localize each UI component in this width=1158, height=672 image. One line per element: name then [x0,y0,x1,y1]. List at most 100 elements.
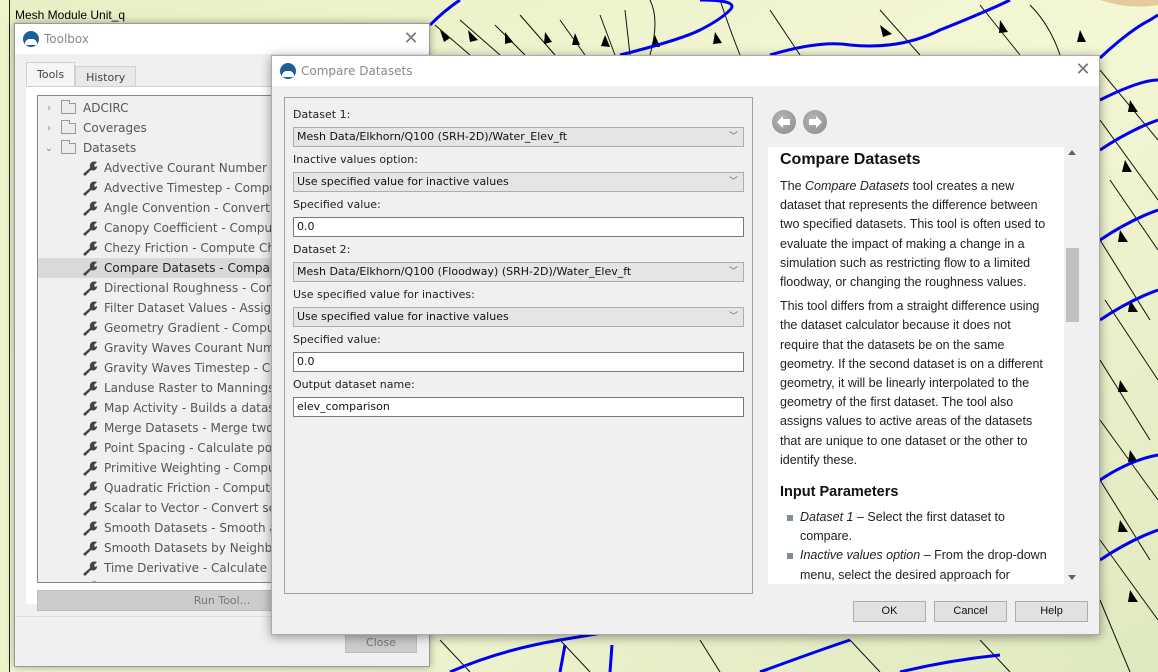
folder-icon [61,119,76,134]
wrench-icon [83,261,97,276]
help-param-item: Inactive values option – From the drop-d… [787,546,1052,584]
help-emphasis: Compare Datasets [805,179,910,193]
wrench-icon [83,181,97,196]
tree-item-label: Smooth Datasets by Neighbor - [104,541,293,555]
toolbox-close-button[interactable]: Close [345,633,417,653]
tree-item-label: Geometry Gradient - Compute g [104,321,298,335]
folder-icon [61,99,76,114]
wrench-icon [83,221,97,236]
help-pane: Compare Datasets The Compare Datasets to… [768,147,1064,584]
specified2-label: Specified value: [293,333,381,346]
toolbox-title: Toolbox [44,32,89,46]
help-param-list: Dataset 1 – Select the first dataset to … [780,508,1052,584]
tree-item-label: Gravity Waves Courant Number [104,341,295,355]
wrench-icon [83,241,97,256]
dataset2-select[interactable]: Mesh Data/Elkhorn/Q100 (Floodway) (SRH-2… [293,262,744,282]
tree-item-label: Point Spacing - Calculate point s [104,441,298,455]
chevron-down-icon: ﹀ [728,177,738,187]
help-section-title: Input Parameters [780,484,899,501]
tree-item-label: Quadratic Friction - Compute qu [104,481,297,495]
tree-item-label: Landuse Raster to Mannings N - [104,381,296,395]
dataset2-value: Mesh Data/Elkhorn/Q100 (Floodway) (SRH-2… [297,265,632,278]
inactive2-value: Use specified value for inactive values [297,310,509,323]
wrench-icon [83,481,97,496]
tab-history[interactable]: History [75,66,137,88]
help-paragraph-2: This tool differs from a straight differ… [780,299,1043,467]
help-button[interactable]: Help [1015,601,1088,622]
chevron-right-icon[interactable]: › [41,123,57,134]
inactive2-label: Use specified value for inactives: [293,288,475,301]
param-name: Dataset 1 [800,510,854,525]
dataset1-label: Dataset 1: [293,108,351,121]
folder-icon [61,139,76,154]
wrench-icon [83,501,97,516]
wrench-icon [92,581,97,582]
wrench-icon [83,381,97,396]
toolbox-tabs: Tools History [26,62,137,88]
wrench-icon [83,421,97,436]
main-window-edge [0,0,10,672]
ok-button[interactable]: OK [853,601,926,622]
dialog-title: Compare Datasets [301,64,413,78]
tree-item-label: Angle Convention - Convert bet [104,201,294,215]
wrench-icon [83,441,97,456]
wrench-icon [83,541,97,556]
tree-item-label: Datasets [83,141,137,155]
tree-item-label: Gravity Waves Timestep - Comp [104,361,297,375]
tree-item-label: Chezy Friction - Compute Chezy [104,241,296,255]
dataset1-value: Mesh Data/Elkhorn/Q100 (SRH-2D)/Water_El… [297,130,568,143]
chevron-down-icon[interactable]: ⌄ [41,143,57,154]
compare-datasets-dialog: Compare Datasets ✕ Dataset 1: Mesh Data/… [271,55,1100,635]
specified1-input[interactable]: 0.0 [293,217,744,237]
inactive2-select[interactable]: Use specified value for inactive values … [293,307,744,327]
help-text: The [780,179,806,193]
app-logo-icon [23,31,39,47]
inactive1-value: Use specified value for inactive values [297,175,509,188]
wrench-icon [83,281,97,296]
arrow-left-icon [777,116,790,128]
help-param-item: Dataset 1 – Select the first dataset to … [787,508,1052,546]
param-name: Inactive values option [800,548,921,563]
toolbox-close-icon[interactable]: ✕ [401,29,421,49]
chevron-right-icon[interactable]: › [41,103,57,114]
inactive1-label: Inactive values option: [293,153,418,166]
help-back-button[interactable] [772,110,796,134]
wrench-icon [83,361,97,376]
tree-item-label: Scalar to Vector - Convert scalar [104,501,299,515]
output-name-label: Output dataset name: [293,378,415,391]
wrench-icon [83,461,97,476]
wrench-icon [83,401,97,416]
dataset2-label: Dataset 2: [293,243,351,256]
help-paragraph-1: The Compare Datasets tool creates a new … [780,177,1052,292]
inactive1-select[interactable]: Use specified value for inactive values … [293,172,744,192]
specified2-input[interactable]: 0.0 [293,352,744,372]
tree-item-label: Coverages [83,121,147,135]
mesh-module-label: Mesh Module Unit_q [15,8,126,22]
tree-item-label: Primitive Weighting - Compute [104,461,288,475]
wrench-icon [83,201,97,216]
chevron-down-icon: ﹀ [728,312,738,322]
help-forward-button[interactable] [803,110,827,134]
tree-item-label: Directional Roughness - Convert [104,281,298,295]
wrench-icon [83,161,97,176]
toolbox-titlebar[interactable]: Toolbox ✕ [15,24,429,54]
scroll-up-arrow-icon[interactable] [1068,150,1076,155]
specified1-label: Specified value: [293,198,381,211]
dialog-titlebar[interactable]: Compare Datasets ✕ [272,56,1099,86]
wrench-icon [83,561,97,576]
dialog-close-icon[interactable]: ✕ [1073,60,1093,80]
output-name-input[interactable]: elev_comparison [293,397,744,417]
app-logo-icon [280,63,296,79]
scroll-thumb[interactable] [1066,248,1079,322]
dataset1-select[interactable]: Mesh Data/Elkhorn/Q100 (SRH-2D)/Water_El… [293,127,744,147]
wrench-icon [83,301,97,316]
tab-tools[interactable]: Tools [26,62,76,86]
scroll-down-arrow-icon[interactable] [1068,575,1076,580]
help-scrollbar[interactable] [1064,147,1081,584]
wrench-icon [83,521,97,536]
cancel-button[interactable]: Cancel [934,601,1007,622]
help-text: tool creates a new dataset that represen… [780,179,1046,290]
chevron-down-icon: ﹀ [728,132,738,142]
parameters-group: Dataset 1: Mesh Data/Elkhorn/Q100 (SRH-2… [284,97,753,594]
chevron-down-icon: ﹀ [728,267,738,277]
